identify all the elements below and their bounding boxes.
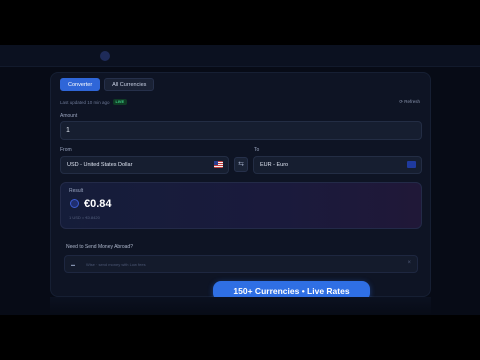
refresh-icon: ⟳ [399, 99, 403, 104]
us-flag-icon [214, 161, 223, 168]
to-currency-select[interactable]: EUR - Euro [253, 156, 422, 174]
card-shadow [50, 297, 431, 315]
result-value: €0.84 [84, 198, 112, 210]
to-label: To [254, 147, 260, 153]
coin-icon [70, 199, 79, 208]
converter-card: Converter All Currencies Last updated 10… [50, 72, 431, 301]
from-currency-value: USD - United States Dollar [67, 162, 133, 168]
send-money-text: Wise · send money with Low fees [86, 262, 146, 267]
amount-label: Amount [60, 113, 78, 119]
app-frame: Converter All Currencies Last updated 10… [0, 45, 480, 315]
last-updated-text: Last updated 10 min ago [60, 99, 110, 105]
exchange-rate-text: 1 USD = €0.8420 [69, 215, 100, 220]
from-label: From [60, 147, 72, 153]
to-currency-value: EUR - Euro [260, 162, 289, 168]
send-money-row[interactable]: ▬ Wise · send money with Low fees × [64, 255, 418, 273]
top-navbar [0, 45, 480, 67]
tab-converter[interactable]: Converter [60, 78, 101, 91]
logo-icon [100, 51, 110, 61]
refresh-label: Refresh [404, 99, 420, 104]
tab-bar: Converter All Currencies [60, 78, 155, 91]
tab-all-currencies[interactable]: All Currencies [104, 78, 155, 91]
send-money-title: Need to Send Money Abroad? [66, 244, 133, 250]
eu-flag-icon [407, 161, 416, 168]
result-label: Result [69, 188, 84, 194]
result-panel: Result €0.84 1 USD = €0.8420 [60, 182, 422, 229]
amount-input[interactable]: 1 [60, 121, 422, 140]
from-currency-select[interactable]: USD - United States Dollar [60, 156, 229, 174]
swap-icon: ⇆ [238, 161, 244, 168]
swap-button[interactable]: ⇆ [234, 157, 248, 172]
live-badge: LIVE [112, 99, 127, 105]
provider-icon: ▬ [71, 262, 75, 267]
last-updated: Last updated 10 min ago LIVE [60, 99, 127, 105]
close-icon[interactable]: × [407, 260, 411, 266]
refresh-button[interactable]: ⟳ Refresh [399, 99, 420, 105]
